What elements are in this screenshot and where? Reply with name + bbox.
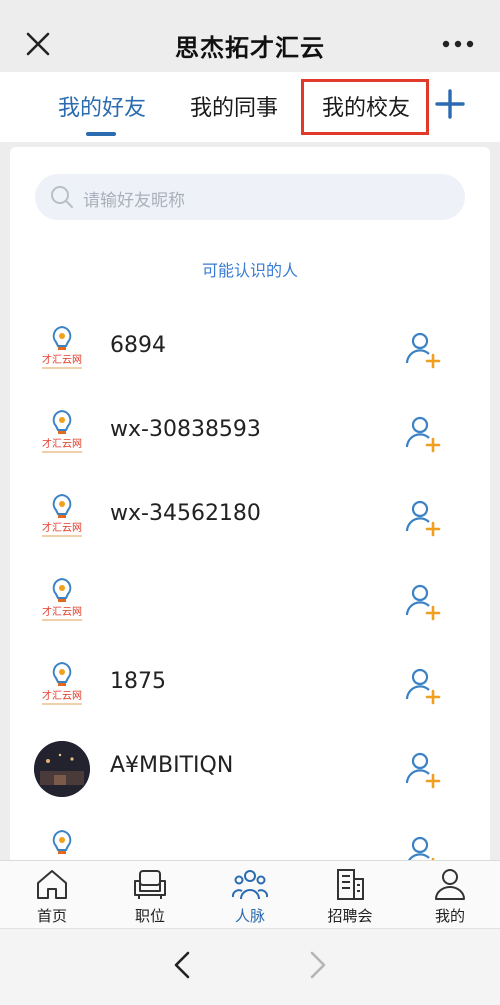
- nav-home[interactable]: 首页: [2, 861, 102, 929]
- photo-avatar-image: [34, 741, 90, 797]
- nav-job-fair[interactable]: 招聘会: [300, 861, 400, 929]
- add-friend-icon[interactable]: [403, 749, 443, 789]
- svg-text:才汇云网: 才汇云网: [42, 689, 82, 702]
- plus-icon[interactable]: [434, 88, 466, 120]
- sofa-icon: [134, 870, 166, 899]
- home-icon: [37, 870, 67, 899]
- person-name: wx-34562180: [110, 501, 261, 526]
- person-name: 6894: [110, 333, 166, 358]
- add-friend-icon[interactable]: [403, 413, 443, 453]
- person-name: 1875: [110, 669, 166, 694]
- cai-hui-yun-logo-icon: 才汇云网: [42, 325, 82, 369]
- nav-label: 我的: [434, 907, 465, 925]
- search-input[interactable]: 请输好友昵称: [35, 174, 465, 220]
- building-icon: [337, 869, 364, 900]
- bottom-nav: 首页 职位 人脉 招聘会 我的: [0, 860, 500, 928]
- add-friend-icon[interactable]: [403, 497, 443, 537]
- list-item[interactable]: 才汇云网 6894: [10, 307, 490, 391]
- list-item[interactable]: A¥MBITIQN: [10, 727, 490, 811]
- nav-label: 职位: [134, 907, 165, 925]
- nav-label: 人脉: [234, 907, 265, 925]
- active-tab-indicator: [86, 132, 116, 136]
- tab-my-colleagues[interactable]: 我的同事: [190, 90, 278, 122]
- browser-toolbar: [0, 928, 500, 1005]
- svg-text:才汇云网: 才汇云网: [42, 521, 82, 534]
- friends-card: 请输好友昵称 可能认识的人 才汇云网 6894 才汇云网 wx-30838593…: [10, 147, 490, 867]
- cai-hui-yun-logo-icon: 才汇云网: [42, 577, 82, 621]
- svg-text:才汇云网: 才汇云网: [42, 605, 82, 618]
- add-friend-icon[interactable]: [403, 581, 443, 621]
- alumni-tab-highlight-box: [301, 79, 429, 135]
- user-icon: [435, 869, 465, 900]
- nav-network[interactable]: 人脉: [200, 861, 300, 929]
- people-icon: [232, 870, 268, 900]
- person-name: wx-30838593: [110, 417, 261, 442]
- search-placeholder: 请输好友昵称: [83, 191, 185, 211]
- cai-hui-yun-logo-icon: 才汇云网: [42, 409, 82, 453]
- section-title: 可能认识的人: [201, 261, 298, 280]
- chevron-right-icon[interactable]: [302, 947, 332, 983]
- person-name: A¥MBITIQN: [110, 753, 234, 778]
- list-item[interactable]: 才汇云网 1875: [10, 643, 490, 727]
- svg-text:才汇云网: 才汇云网: [42, 353, 82, 366]
- app-screen: 思杰拓才汇云 我的好友 我的同事 我的校友 请输好友昵称 可能认识的人 才汇云网…: [0, 0, 500, 1005]
- nav-jobs[interactable]: 职位: [100, 861, 200, 929]
- avatar: [34, 741, 90, 797]
- list-item[interactable]: [10, 811, 490, 867]
- page-title: 思杰拓才汇云: [175, 34, 325, 62]
- nav-me[interactable]: 我的: [400, 861, 500, 929]
- cai-hui-yun-logo-icon: 才汇云网: [42, 493, 82, 537]
- more-icon[interactable]: [436, 28, 480, 60]
- list-item[interactable]: 才汇云网 wx-34562180: [10, 475, 490, 559]
- add-friend-icon[interactable]: [403, 665, 443, 705]
- nav-label: 招聘会: [327, 907, 373, 925]
- add-friend-icon[interactable]: [403, 329, 443, 369]
- list-item[interactable]: 才汇云网 wx-30838593: [10, 391, 490, 475]
- svg-text:才汇云网: 才汇云网: [42, 437, 82, 450]
- nav-label: 首页: [36, 907, 67, 925]
- search-icon: [51, 186, 73, 208]
- list-item[interactable]: 才汇云网: [10, 559, 490, 643]
- chevron-left-icon[interactable]: [168, 947, 198, 983]
- tab-my-friends[interactable]: 我的好友: [58, 90, 146, 122]
- cai-hui-yun-logo-icon: 才汇云网: [42, 661, 82, 705]
